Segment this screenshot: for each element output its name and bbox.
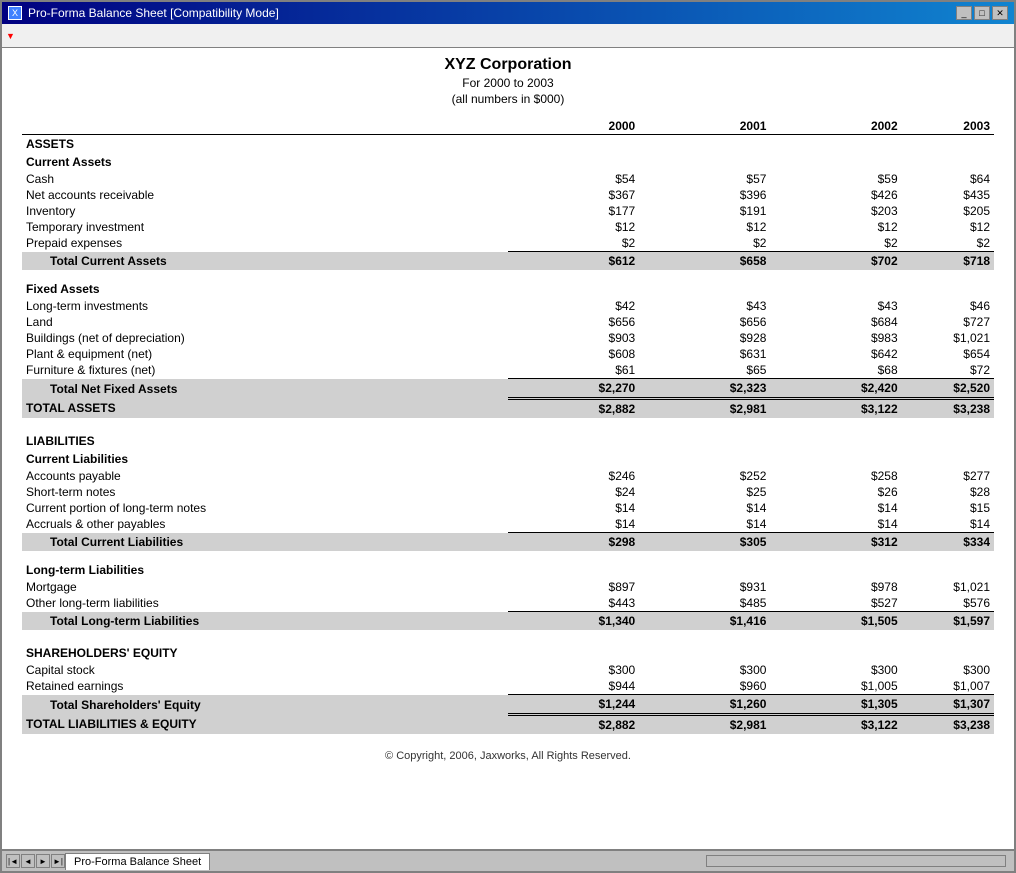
table-row: Accruals & other payables $14 $14 $14 $1… [22, 516, 994, 533]
table-row [22, 630, 994, 640]
header-2001: 2001 [639, 118, 770, 135]
table-row: Total Long-term Liabilities $1,340 $1,41… [22, 612, 994, 631]
content-area: XYZ Corporation For 2000 to 2003 (all nu… [2, 48, 1014, 770]
minimize-button[interactable]: _ [956, 6, 972, 20]
table-row: Current portion of long-term notes $14 $… [22, 500, 994, 516]
table-row: Mortgage $897 $931 $978 $1,021 [22, 579, 994, 595]
copyright-text: © Copyright, 2006, Jaxworks, All Rights … [22, 750, 994, 762]
table-row: Prepaid expenses $2 $2 $2 $2 [22, 235, 994, 252]
first-sheet-button[interactable]: |◄ [6, 854, 20, 868]
table-row: Temporary investment $12 $12 $12 $12 [22, 219, 994, 235]
table-row: Inventory $177 $191 $203 $205 [22, 203, 994, 219]
table-row: Capital stock $300 $300 $300 $300 [22, 662, 994, 678]
table-row: Total Net Fixed Assets $2,270 $2,323 $2,… [22, 379, 994, 399]
close-button[interactable]: ✕ [992, 6, 1008, 20]
table-row [22, 270, 994, 280]
scroll-container[interactable]: XYZ Corporation For 2000 to 2003 (all nu… [2, 48, 1014, 849]
report-title: XYZ Corporation [22, 56, 994, 74]
table-row: Total Current Assets $612 $658 $702 $718 [22, 252, 994, 271]
report-subtitle2: (all numbers in $000) [22, 92, 994, 106]
window-title: Pro-Forma Balance Sheet [Compatibility M… [28, 6, 279, 20]
table-row: LIABILITIES [22, 428, 994, 450]
table-row: Short-term notes $24 $25 $26 $28 [22, 484, 994, 500]
main-window: X Pro-Forma Balance Sheet [Compatibility… [0, 0, 1016, 873]
table-header-row: 2000 2001 2002 2003 [22, 118, 994, 135]
table-row: Total Shareholders' Equity $1,244 $1,260… [22, 695, 994, 715]
table-row: Land $656 $656 $684 $727 [22, 314, 994, 330]
report-subtitle: For 2000 to 2003 [22, 76, 994, 90]
header-2002: 2002 [770, 118, 901, 135]
table-row: Total Current Liabilities $298 $305 $312… [22, 533, 994, 552]
window-body: ▼ XYZ Corporation For 2000 to 2003 (all … [2, 24, 1014, 871]
table-row: Retained earnings $944 $960 $1,005 $1,00… [22, 678, 994, 695]
balance-sheet-table: 2000 2001 2002 2003 ASSETSCurrent Assets… [22, 118, 994, 734]
table-row: Plant & equipment (net) $608 $631 $642 $… [22, 346, 994, 362]
header-label [22, 118, 508, 135]
table-row: Cash $54 $57 $59 $64 [22, 171, 994, 187]
toolbar-indicator: ▼ [6, 31, 15, 41]
table-row: Fixed Assets [22, 280, 994, 298]
horizontal-scrollbar[interactable] [706, 855, 1006, 867]
table-row [22, 418, 994, 428]
spreadsheet-area: XYZ Corporation For 2000 to 2003 (all nu… [2, 48, 1014, 849]
toolbar: ▼ [2, 24, 1014, 48]
header-2003: 2003 [902, 118, 994, 135]
table-row: Long-term Liabilities [22, 561, 994, 579]
status-right [706, 855, 1010, 867]
table-row: Current Assets [22, 153, 994, 171]
sheet-tab[interactable]: Pro-Forma Balance Sheet [65, 853, 210, 870]
table-row: SHAREHOLDERS' EQUITY [22, 640, 994, 662]
table-row: Furniture & fixtures (net) $61 $65 $68 $… [22, 362, 994, 379]
table-row: Long-term investments $42 $43 $43 $46 [22, 298, 994, 314]
title-bar: X Pro-Forma Balance Sheet [Compatibility… [2, 2, 1014, 24]
prev-sheet-button[interactable]: ◄ [21, 854, 35, 868]
table-row: Buildings (net of depreciation) $903 $92… [22, 330, 994, 346]
window-controls: _ □ ✕ [956, 6, 1008, 20]
table-row [22, 551, 994, 561]
table-row: Current Liabilities [22, 450, 994, 468]
table-row: ASSETS [22, 135, 994, 154]
table-row: Net accounts receivable $367 $396 $426 $… [22, 187, 994, 203]
header-2000: 2000 [508, 118, 639, 135]
table-row: Accounts payable $246 $252 $258 $277 [22, 468, 994, 484]
title-bar-left: X Pro-Forma Balance Sheet [Compatibility… [8, 6, 279, 20]
table-row: TOTAL ASSETS $2,882 $2,981 $3,122 $3,238 [22, 399, 994, 419]
app-icon: X [8, 6, 22, 20]
table-row: Other long-term liabilities $443 $485 $5… [22, 595, 994, 612]
sheet-nav-buttons: |◄ ◄ ► ►| [6, 854, 65, 868]
maximize-button[interactable]: □ [974, 6, 990, 20]
next-sheet-button[interactable]: ► [36, 854, 50, 868]
statusbar: |◄ ◄ ► ►| Pro-Forma Balance Sheet [2, 849, 1014, 871]
table-row: TOTAL LIABILITIES & EQUITY $2,882 $2,981… [22, 715, 994, 735]
last-sheet-button[interactable]: ►| [51, 854, 65, 868]
